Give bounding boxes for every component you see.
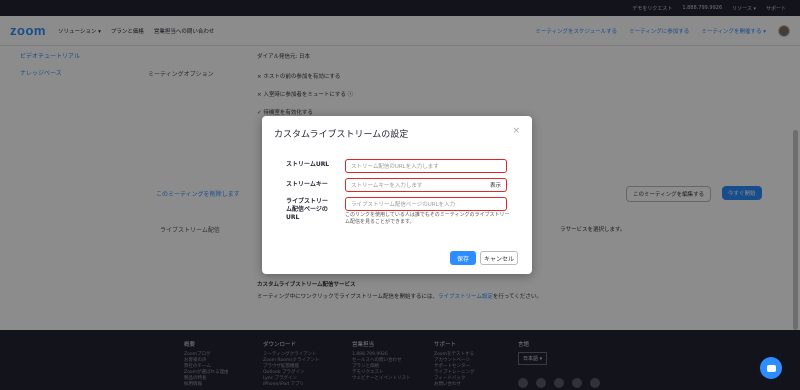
chat-bubble-icon bbox=[766, 364, 776, 372]
help-text: このリンクを使用している人は誰でもそのミーティングのライブストリーム配信を見るこ… bbox=[345, 212, 510, 225]
chat-button[interactable] bbox=[760, 357, 782, 379]
show-key-toggle[interactable]: 表示 bbox=[490, 181, 501, 189]
stream-key-input[interactable]: ストリームキーを入力します 表示 bbox=[345, 178, 507, 192]
custom-livestream-dialog: カスタムライブストリームの設定 × ストリームURL ストリーム配信のURLを入… bbox=[262, 116, 532, 274]
stream-url-label: ストリームURL bbox=[286, 161, 330, 168]
livestream-page-url-input[interactable]: ライブストリーム配信ページのURLを入力 bbox=[345, 197, 507, 211]
dialog-title: カスタムライブストリームの設定 bbox=[274, 130, 409, 140]
stream-key-label: ストリームキー bbox=[286, 181, 328, 188]
cancel-button[interactable]: キャンセル bbox=[480, 251, 518, 265]
stream-url-input[interactable]: ストリーム配信のURLを入力します bbox=[345, 159, 507, 173]
livestream-page-url-label: ライブストリー ム配信ページの URL bbox=[286, 198, 329, 221]
save-button[interactable]: 保存 bbox=[450, 251, 476, 265]
close-icon[interactable]: × bbox=[512, 126, 520, 136]
